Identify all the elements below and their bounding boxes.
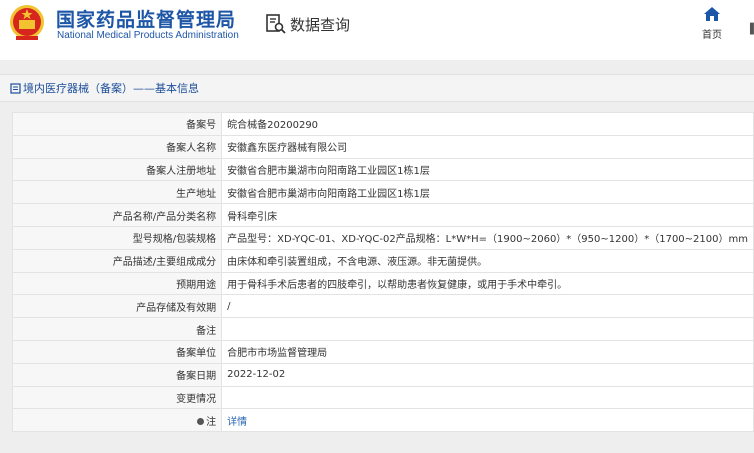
field-value (221, 385, 754, 410)
table-row: 产品描述/主要组成成分 由床体和牵引装置组成，不含电源、液压源。非无菌提供。 (11, 248, 754, 273)
national-emblem-icon (10, 5, 44, 40)
details-link[interactable]: 详情 (227, 417, 247, 428)
table-row: 变更情况 (11, 385, 754, 410)
field-label: 预期用途 (11, 271, 223, 296)
table-row: 注详情 (11, 408, 754, 433)
field-label: 备案人注册地址 (11, 157, 223, 182)
table-row: 备案人名称 安徽鑫东医疗器械有限公司 (11, 134, 754, 159)
field-value: 合肥市市场监督管理局 (221, 339, 754, 364)
breadcrumb: 境内医疗器械（备案）——基本信息 (0, 74, 754, 102)
field-value: 详情 (221, 408, 754, 433)
table-row: 备注 (11, 317, 754, 341)
site-header: 国家药品监督管理局 National Medical Products Admi… (0, 0, 754, 60)
note-icon (197, 418, 205, 426)
field-label: 产品存储及有效期 (11, 294, 223, 319)
record-table: 备案号 皖合械备20200290 备案人名称 安徽鑫东医疗器械有限公司 备案人注册地址安… (11, 112, 754, 433)
field-label: 生产地址 (11, 180, 223, 205)
query-title: 数据查询 (290, 15, 351, 34)
table-row: 备案单位 合肥市市场监督管理局 (11, 339, 754, 364)
home-label: 首页 (702, 30, 722, 41)
field-label: 注 (11, 408, 223, 433)
breadcrumb-text: 境内医疗器械（备案）——基本信息 (23, 82, 199, 95)
field-label: 备案单位 (11, 339, 223, 364)
field-value: 产品型号：XD-YQC-01、XD-YQC-02产品规格：L*W*H=（1900… (221, 225, 754, 250)
table-row: 备案号 皖合械备20200290 (11, 112, 754, 136)
field-value: 安徽省合肥市巢湖市向阳南路工业园区1栋1层 (221, 180, 754, 205)
field-label: 备注 (11, 317, 223, 341)
search-document-icon (266, 14, 286, 34)
table-row: 预期用途 用于骨科手术后患者的四肢牵引，以帮助患者恢复健康，或用于手术中牵引。 (11, 271, 754, 296)
data-query-link[interactable]: 数据查询 (265, 12, 350, 36)
field-label: 产品描述/主要组成成分 (11, 248, 223, 273)
field-value: 皖合械备20200290 (221, 112, 754, 136)
table-row: 型号规格/包装规格 产品型号：XD-YQC-01、XD-YQC-02产品规格：L*… (11, 225, 754, 250)
field-label-text: 注 (206, 416, 217, 428)
field-value: 用于骨科手术后患者的四肢牵引，以帮助患者恢复健康，或用于手术中牵引。 (221, 271, 754, 296)
content-panel: 备案号 皖合械备20200290 备案人名称 安徽鑫东医疗器械有限公司 备案人注册地址安… (0, 102, 754, 453)
home-icon (704, 7, 720, 21)
table-row: 产品名称/产品分类名称 骨科牵引床 (11, 203, 754, 227)
field-label: 备案人名称 (11, 134, 223, 159)
field-value: / (221, 294, 754, 319)
field-label: 变更情况 (11, 385, 223, 410)
table-row: 备案日期 2022-12-02 (11, 362, 754, 387)
field-value (221, 317, 754, 341)
document-icon (10, 82, 21, 94)
table-row: 备案人注册地址 安徽省合肥市巢湖市向阳南路工业园区1栋1层 (11, 157, 754, 182)
edge-fragment: ▌ (750, 24, 754, 35)
brand-title: 国家药品监督管理局 (56, 9, 237, 31)
header-separator (0, 60, 754, 74)
field-label: 产品名称/产品分类名称 (11, 203, 223, 227)
field-label: 备案号 (11, 112, 223, 136)
field-value: 安徽鑫东医疗器械有限公司 (221, 134, 754, 159)
table-row: 生产地址 安徽省合肥市巢湖市向阳南路工业园区1栋1层 (11, 180, 754, 205)
field-value: 骨科牵引床 (221, 203, 754, 227)
field-value: 由床体和牵引装置组成，不含电源、液压源。非无菌提供。 (221, 248, 754, 273)
field-value: 安徽省合肥市巢湖市向阳南路工业园区1栋1层 (221, 157, 754, 182)
field-label: 型号规格/包装规格 (11, 225, 223, 250)
field-value: 2022-12-02 (221, 362, 754, 387)
brand-subtitle: National Medical Products Administration (57, 30, 239, 41)
field-label: 备案日期 (11, 362, 223, 387)
home-link[interactable]: 首页 (700, 7, 724, 42)
table-row: 产品存储及有效期 / (11, 294, 754, 319)
